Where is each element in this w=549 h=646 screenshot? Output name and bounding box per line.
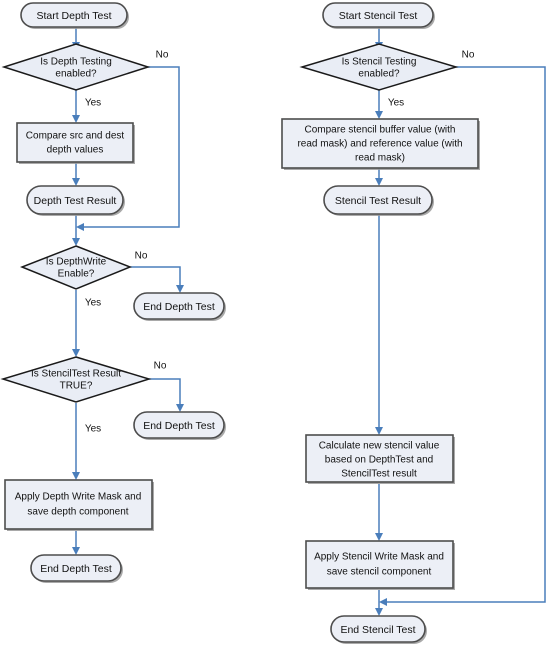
edge-label-stenciltest-no: No [154, 361, 167, 372]
edge-label-stencil-testing-no: No [462, 50, 475, 61]
edge-label-depth-testing-yes: Yes [85, 98, 101, 109]
flowchart-svg: Start Depth Test Is Depth Testing enable… [0, 2, 546, 644]
node-label-line2: based on DepthTest and [325, 455, 433, 466]
node-apply-depth-write-mask[interactable]: Apply Depth Write Mask and save depth co… [4, 479, 154, 531]
node-stencil-test-result[interactable]: Stencil Test Result [323, 185, 434, 216]
arrowhead-calculate-stencil [375, 427, 383, 435]
node-label-line2: enabled? [358, 69, 400, 80]
arrowhead-end-depth-test-a [176, 285, 184, 293]
arrowhead-end-stencil-test [375, 608, 383, 616]
node-label: Start Depth Test [36, 10, 111, 22]
node-start-depth-test[interactable]: Start Depth Test [20, 2, 129, 29]
edge-label-stenciltest-yes: Yes [85, 424, 101, 435]
node-label-line3: read mask) [355, 153, 405, 164]
arrowhead-compare-depth [72, 115, 80, 123]
arrowhead-stencil-test-result [375, 178, 383, 186]
node-label-line2: save depth component [27, 507, 128, 518]
node-label: End Depth Test [143, 301, 215, 313]
arrowhead-depth-no-return [76, 223, 84, 231]
node-apply-stencil-write-mask[interactable]: Apply Stencil Write Mask and save stenci… [305, 540, 455, 590]
edge-label-depthwrite-no: No [135, 251, 148, 262]
node-label: End Depth Test [40, 563, 112, 575]
node-label: Stencil Test Result [335, 195, 421, 207]
node-compare-stencil[interactable]: Compare stencil buffer value (with read … [281, 118, 480, 170]
node-label-line2: read mask) and reference value (with [297, 139, 462, 150]
node-end-depth-test-a[interactable]: End Depth Test [133, 292, 226, 321]
arrowhead-depth-test-result [72, 178, 80, 186]
arrowhead-compare-stencil [375, 111, 383, 119]
flowchart-canvas: Start Depth Test Is Depth Testing enable… [0, 0, 549, 646]
node-end-depth-test-b[interactable]: End Depth Test [133, 411, 226, 440]
node-label-line2: depth values [47, 145, 104, 156]
node-is-depthwrite-enable[interactable]: Is DepthWrite Enable? [19, 245, 133, 290]
edge-stenciltest-no [149, 378, 181, 406]
node-label-line1: Apply Depth Write Mask and [15, 492, 142, 503]
node-is-stencil-testing[interactable]: Is Stencil Testing enabled? [299, 43, 459, 91]
node-label-line1: Compare src and dest [26, 131, 125, 142]
node-compare-depth[interactable]: Compare src and dest depth values [16, 122, 135, 164]
process-shape [16, 122, 134, 163]
node-is-stenciltest-result-true[interactable]: Is StencilTest Result TRUE? [0, 356, 152, 403]
edge-label-depth-testing-no: No [156, 50, 169, 61]
node-label-line1: Is Depth Testing [40, 57, 112, 68]
arrowhead-is-depthwrite [72, 238, 80, 246]
node-label: End Depth Test [143, 420, 215, 432]
stencil-connectors [375, 27, 546, 616]
node-label: Depth Test Result [34, 195, 117, 207]
node-label: Start Stencil Test [339, 10, 418, 22]
node-is-depth-testing[interactable]: Is Depth Testing enabled? [1, 43, 151, 91]
node-end-depth-test-c[interactable]: End Depth Test [30, 554, 123, 583]
node-label-line1: Apply Stencil Write Mask and [314, 552, 444, 563]
process-shape [4, 479, 153, 530]
process-shape [305, 540, 454, 589]
node-label-line1: Compare stencil buffer value (with [305, 125, 456, 136]
edge-label-depthwrite-yes: Yes [85, 298, 101, 309]
node-label-line1: Is DepthWrite [46, 257, 107, 268]
node-start-stencil-test[interactable]: Start Stencil Test [322, 2, 435, 29]
node-label-line3: StencilTest result [341, 469, 417, 480]
node-depth-test-result[interactable]: Depth Test Result [26, 185, 125, 216]
node-label-line1: Calculate new stencil value [319, 441, 440, 452]
arrowhead-is-stenciltest [72, 349, 80, 357]
node-label-line2: TRUE? [60, 381, 93, 392]
node-label-line2: Enable? [58, 269, 95, 280]
arrowhead-stencil-no-return [379, 598, 387, 606]
node-label-line1: Is StencilTest Result [31, 369, 121, 380]
arrowhead-end-depth-test-c [72, 547, 80, 555]
edge-depthwrite-no [130, 266, 181, 287]
node-label-line2: save stencil component [327, 567, 432, 578]
node-end-stencil-test[interactable]: End Stencil Test [330, 615, 427, 644]
node-label: End Stencil Test [340, 624, 415, 636]
arrowhead-apply-depth-mask [72, 472, 80, 480]
node-label-line1: Is Stencil Testing [342, 57, 417, 68]
arrowhead-end-depth-test-b [176, 404, 184, 412]
arrowhead-apply-stencil-mask [375, 533, 383, 541]
edge-label-stencil-testing-yes: Yes [388, 98, 404, 109]
node-label-line2: enabled? [55, 69, 97, 80]
node-calculate-stencil-value[interactable]: Calculate new stencil value based on Dep… [305, 434, 455, 484]
